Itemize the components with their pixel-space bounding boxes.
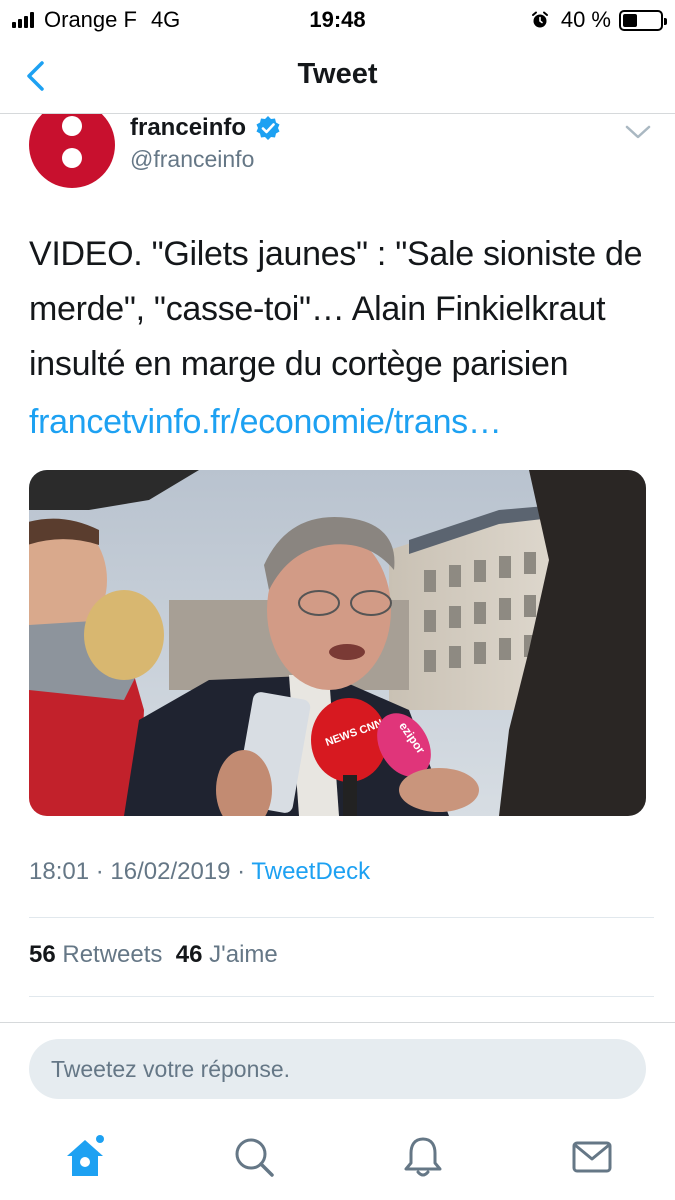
- divider: [29, 917, 654, 918]
- author-name-row[interactable]: franceinfo: [130, 114, 281, 142]
- bell-icon[interactable]: [400, 1134, 446, 1180]
- likes-label[interactable]: J'aime: [209, 941, 278, 968]
- mail-icon[interactable]: [569, 1134, 615, 1180]
- home-icon[interactable]: [62, 1134, 108, 1180]
- tweet-media-photo[interactable]: NEWS CNN ezipor: [29, 470, 646, 816]
- likes-count[interactable]: 46: [176, 941, 203, 968]
- tab-bar: [0, 1110, 675, 1200]
- retweets-count[interactable]: 56: [29, 941, 56, 968]
- divider: [29, 996, 654, 997]
- battery-percent: 40 %: [560, 7, 611, 32]
- author-name[interactable]: franceinfo: [130, 114, 246, 142]
- tweet-text: VIDEO. "Gilets jaunes" : "Sale sioniste …: [29, 235, 643, 383]
- reply-input[interactable]: [29, 1039, 646, 1099]
- tweet-meta: 18:01 · 16/02/2019 · TweetDeck: [29, 858, 370, 886]
- battery-icon: [619, 9, 667, 31]
- chevron-down-icon[interactable]: [624, 122, 652, 142]
- page-title: Tweet: [297, 58, 378, 90]
- battery-fill: [623, 13, 638, 27]
- search-icon[interactable]: [231, 1134, 277, 1180]
- author-handle[interactable]: @franceinfo: [130, 146, 254, 173]
- retweets-label[interactable]: Retweets: [62, 941, 162, 968]
- photo-illustration: NEWS CNN ezipor: [29, 470, 646, 816]
- status-bar: Orange F 4G 19:48 40 %: [0, 0, 675, 38]
- tweet-link[interactable]: francetvinfo.fr/economie/trans…: [29, 403, 502, 442]
- tweet-stats: 56 Retweets 46 J'aime: [29, 941, 278, 969]
- avatar[interactable]: [29, 98, 115, 188]
- tweet-timestamp: 18:01 · 16/02/2019 ·: [29, 858, 252, 885]
- status-right: 40 %: [531, 7, 667, 33]
- tweet-source[interactable]: TweetDeck: [251, 858, 370, 885]
- verified-icon: [256, 116, 280, 140]
- alarm-icon: [531, 11, 548, 28]
- reply-bar: [0, 1022, 675, 1110]
